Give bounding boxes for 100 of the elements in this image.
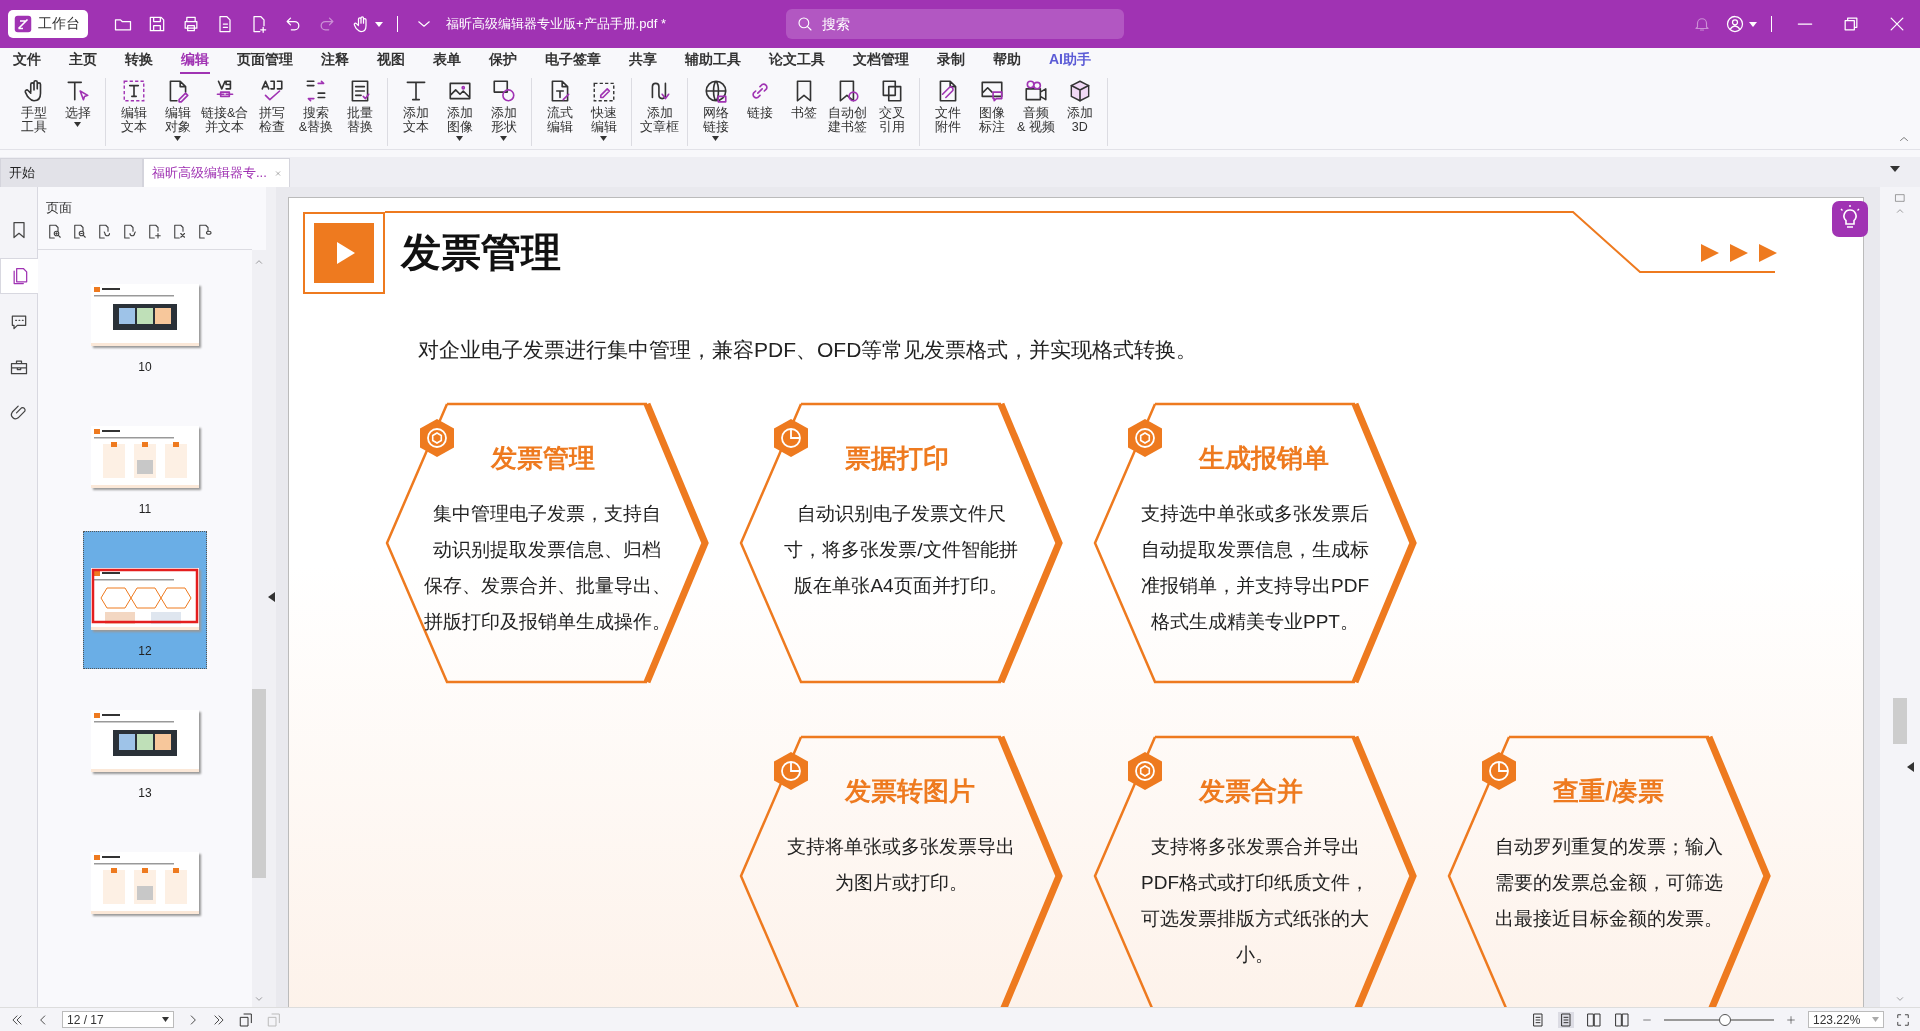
menu-tab[interactable]: 视图 [376,48,406,74]
scroll-bar[interactable] [1880,187,1920,1007]
document-tab[interactable]: 开始 [0,158,143,187]
toolbar-button[interactable]: 音频 & 视频 [1014,78,1058,146]
page-number-field[interactable]: 12 / 17 [62,1011,174,1028]
logo-icon [14,15,32,33]
add-page-icon[interactable] [146,223,164,241]
last-page-icon[interactable] [212,1012,226,1027]
panel-title: 页面 [45,199,73,217]
toolbar-button[interactable]: 自动创 建书签 [826,78,870,146]
menu-tab[interactable]: 编辑 [180,48,210,74]
toolbar-button[interactable]: 图像 标注 [970,78,1014,146]
rotate-right-page-icon[interactable] [121,223,139,241]
menu-tab[interactable]: 表单 [432,48,462,74]
sidebar-tab[interactable] [0,258,38,294]
scroll-thumb[interactable] [1893,697,1907,744]
menu-tab[interactable]: 共享 [628,48,658,74]
card-title: 发票管理 [491,442,596,474]
page-thumbnail-item[interactable]: 13 [84,710,206,800]
toolbar-button[interactable]: 添加 文章框 [638,78,682,146]
zoom-field[interactable]: 123.22% [1808,1011,1884,1028]
menu-tab[interactable]: 论文工具 [768,48,826,74]
card-text: 支持选中单张或多张发票后 自动提取发票信息，生成标 准报销单，并支持导出PDF 格式生成精美专业PPT。 [1140,502,1370,634]
toolbar-button[interactable]: 流式 编辑 [538,78,582,146]
toolbar-button[interactable]: 拼写 检查 [250,78,294,146]
zoom-out-page-icon[interactable] [71,223,89,241]
page-thumbnail-item[interactable]: 11 [84,426,206,516]
copy-icon[interactable] [238,1011,254,1028]
toolbar-button[interactable]: 添加 文本 [394,78,438,146]
page-heading: 发票管理 [401,229,561,276]
caret-icon [1872,1017,1879,1022]
toolbar-button[interactable]: 选择 [56,78,99,146]
caret-icon[interactable] [1890,166,1900,173]
bookmark-view-icon[interactable] [196,223,214,241]
card-title: 票据打印 [845,442,950,474]
card-text: 支持将单张或多张发票导出 为图片或打印。 [786,835,1016,895]
toolbar-button[interactable]: 快速 编辑 [582,78,626,146]
zoom-slider[interactable] [1664,1012,1774,1027]
two-page-icon[interactable] [1586,1011,1602,1028]
toolbar-button[interactable]: 文件 附件 [926,78,970,146]
two-page-continuous-icon[interactable] [1614,1011,1630,1028]
scroll-thumb[interactable] [252,688,266,879]
toolbar-button[interactable]: 手型 工具 [12,78,55,146]
menu-tab[interactable]: 注释 [320,48,350,74]
menu-tab[interactable]: 转换 [124,48,154,74]
menu-tab[interactable]: 主页 [68,48,98,74]
toolbar-button[interactable]: 添加 3D [1058,78,1102,146]
menu-tab[interactable]: 帮助 [992,48,1022,74]
play-icon [303,211,385,294]
menu-tab[interactable]: AI助手 [1048,48,1092,74]
caret-icon [162,1017,169,1022]
menu-tab[interactable]: 保护 [488,48,518,74]
caret-icon[interactable] [1749,20,1757,28]
toolbar-button[interactable]: 链接&合 并文本 [200,78,250,146]
toolbar-button[interactable]: 链接 [738,78,782,146]
toolbar-button[interactable]: 交叉 引用 [870,78,914,146]
page-thumbnail-item[interactable]: 10 [84,284,206,374]
toolbar-button[interactable]: 批量 替换 [338,78,382,146]
intro-text: 对企业电子发票进行集中管理，兼容PDF、OFD等常见发票格式，并实现格式转换。 [418,337,1199,363]
menu-tab[interactable]: 文档管理 [852,48,910,74]
zoom-in-icon[interactable] [1786,1014,1796,1025]
triple-arrow-icon [1701,242,1779,264]
toolbar-button[interactable]: 编辑 对象 [156,78,199,146]
card-title: 发票合并 [1199,775,1304,807]
card-text: 支持将多张发票合并导出 PDF格式或打印纸质文件， 可选发票排版方式纸张的大 小。 [1140,835,1370,967]
scroll-bar[interactable] [252,250,266,1007]
toolbar-button[interactable]: 书签 [782,78,826,146]
card-text: 集中管理电子发票，支持自 动识别提取发票信息、归档 保存、发票合并、批量导出、 拼版打印及报销单生成操作。 [422,502,672,634]
tab-label: 福昕高级编辑器专... [152,164,267,182]
lightbulb-icon[interactable] [1832,201,1868,237]
single-page-icon[interactable] [1530,1011,1546,1028]
menu-tab[interactable]: 录制 [936,48,966,74]
menu-tab[interactable]: 辅助工具 [684,48,742,74]
user-icon[interactable] [1725,14,1745,34]
toolbar-button[interactable]: 搜索 &替换 [294,78,338,146]
slider-thumb[interactable] [1718,1013,1731,1026]
menu-tab[interactable]: 文件 [12,48,42,74]
expand-panel-icon[interactable] [1907,762,1914,772]
card-text: 自动识别电子发票文件尺 寸，将多张发票/文件智能拼 版在单张A4页面并打印。 [783,502,1019,598]
tab-label: 开始 [9,164,35,182]
document-tab[interactable]: 福昕高级编辑器专... [143,158,290,187]
menu-tab[interactable]: 页面管理 [236,48,294,74]
toolbar-button[interactable]: 添加 图像 [438,78,482,146]
card-text: 自动罗列重复的发票；输入 需要的发票总金额，可筛选 出最接近目标金额的发票。 [1494,835,1724,931]
search-field[interactable]: 搜索 [786,9,1124,39]
zoom-in-page-icon[interactable] [46,223,64,241]
toolbar-button[interactable]: 添加 形状 [482,78,526,146]
workspace-button[interactable]: 工作台 [8,10,88,38]
toolbar-button[interactable]: 网络 链接 [694,78,738,146]
shapes-icon [490,78,517,104]
toolbar-button[interactable]: 编辑 文本 [112,78,155,146]
continuous-page-icon[interactable] [1558,1011,1574,1028]
card-title: 发票转图片 [845,775,976,807]
window-title: 福昕高级编辑器专业版+产品手册.pdf * [446,15,667,33]
caret-icon[interactable] [375,20,383,28]
first-page-icon[interactable] [10,1012,24,1027]
page-thumbnail-item[interactable]: 12 [83,531,207,669]
save-icon[interactable] [147,14,167,34]
fullscreen-icon[interactable] [1896,1012,1910,1027]
menu-tab[interactable]: 电子签章 [544,48,602,74]
